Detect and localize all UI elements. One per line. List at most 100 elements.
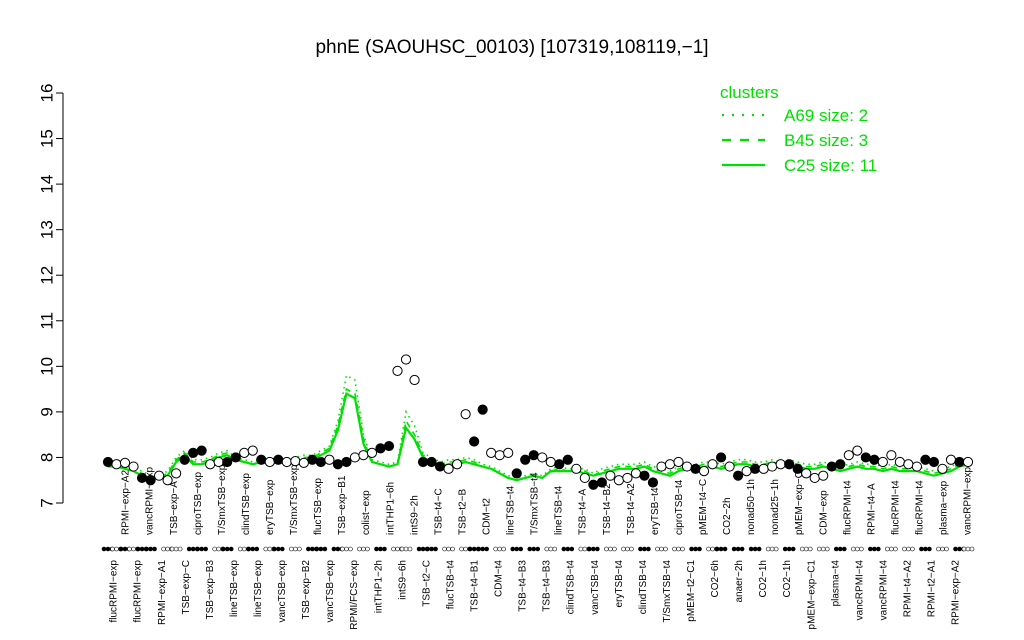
rug-mark bbox=[587, 546, 592, 552]
x-tick-label-lower: lineTSB−exp bbox=[253, 560, 264, 617]
x-tick-label-upper: intS9−2h bbox=[409, 495, 420, 535]
rug-mark bbox=[459, 546, 464, 552]
data-point bbox=[869, 454, 880, 465]
data-point bbox=[877, 456, 888, 468]
rug-mark bbox=[190, 546, 196, 552]
rug-mark bbox=[224, 546, 230, 552]
data-point bbox=[375, 443, 386, 454]
rug-mark bbox=[710, 546, 715, 552]
x-tick-label-lower: anaer−2h bbox=[734, 560, 745, 603]
rug-marks bbox=[101, 546, 975, 552]
rug-mark bbox=[322, 546, 328, 552]
rug-mark bbox=[927, 546, 932, 552]
rug-mark bbox=[565, 546, 571, 552]
rug-mark bbox=[297, 546, 302, 552]
rug-mark bbox=[365, 546, 370, 552]
data-point bbox=[511, 468, 522, 479]
rug-mark bbox=[868, 546, 873, 552]
y-tick-label: 10 bbox=[37, 357, 56, 376]
x-tick-label-lower: RPMI−exp−A2 bbox=[951, 560, 962, 625]
x-tick-label-upper: CO2−2h bbox=[722, 497, 733, 535]
rug-mark bbox=[919, 546, 924, 552]
rug-mark bbox=[216, 546, 221, 552]
rug-mark bbox=[446, 546, 451, 552]
rug-mark bbox=[275, 546, 281, 552]
data-point bbox=[681, 461, 693, 472]
data-point bbox=[179, 454, 190, 465]
rug-mark bbox=[697, 546, 702, 552]
rug-mark bbox=[144, 546, 149, 552]
rug-mark bbox=[625, 546, 630, 552]
x-tick-label-upper: CDM−t2 bbox=[482, 498, 493, 535]
rug-mark bbox=[101, 546, 107, 552]
rug-mark bbox=[510, 546, 516, 552]
rug-mark bbox=[250, 546, 256, 552]
y-tick-label: 15 bbox=[37, 129, 56, 148]
data-point bbox=[647, 477, 659, 488]
data-point bbox=[520, 454, 531, 465]
rug-mark bbox=[807, 546, 813, 552]
rug-mark bbox=[693, 546, 698, 552]
rug-mark bbox=[254, 546, 260, 552]
data-point bbox=[750, 463, 761, 474]
rug-mark bbox=[638, 546, 643, 552]
rug-mark bbox=[161, 546, 166, 552]
rug-mark bbox=[965, 546, 971, 552]
data-point bbox=[758, 463, 769, 474]
x-tick-label-upper: eryTSB−exp bbox=[265, 479, 276, 535]
x-tick-label-lower: clindTSB−t4 bbox=[638, 560, 649, 615]
data-point bbox=[383, 440, 395, 452]
rug-mark bbox=[851, 546, 856, 552]
x-tick-label-upper: eryTSB−t4 bbox=[650, 487, 661, 535]
data-point bbox=[656, 461, 667, 472]
data-point bbox=[230, 452, 241, 463]
x-tick-label-lower: CDM−t4 bbox=[494, 560, 505, 597]
rug-mark bbox=[344, 546, 349, 552]
x-tick-label-lower: intTHP1−2h bbox=[373, 560, 384, 613]
data-point bbox=[290, 455, 301, 467]
rug-mark bbox=[228, 546, 234, 552]
y-axis: 7 8 9 10 11 12 13 14 15 16 bbox=[37, 84, 64, 508]
data-point bbox=[358, 450, 369, 461]
x-tick-label-upper: pMEM−exp−C2 bbox=[794, 465, 805, 535]
rug-mark bbox=[765, 546, 771, 552]
rug-mark bbox=[348, 546, 353, 552]
rug-mark bbox=[604, 546, 609, 552]
x-tick-label-lower: pMEM−t2−C1 bbox=[686, 560, 697, 622]
x-tick-label-upper: lineTSB−t4 bbox=[506, 485, 517, 535]
data-point bbox=[332, 459, 344, 470]
rug-mark bbox=[480, 546, 485, 552]
x-tick-label-lower: TSB−t4−B3 bbox=[542, 560, 553, 612]
rug-mark bbox=[169, 546, 175, 552]
x-tick-label-lower: flucRPMI−exp bbox=[109, 560, 120, 623]
x-tick-label-lower: vancRPMI−t4 bbox=[854, 560, 865, 621]
x-tick-label-lower: TSB−exp−C bbox=[181, 560, 192, 614]
rug-mark bbox=[841, 546, 847, 552]
rug-mark bbox=[552, 546, 558, 552]
x-tick-label-lower: RPMI−t2−A1 bbox=[927, 560, 938, 618]
x-tick-label-upper: T/SmxTSB−exp bbox=[217, 464, 228, 535]
x-tick-label-lower: vancTSB−t4 bbox=[590, 560, 601, 615]
rug-mark bbox=[340, 546, 345, 552]
rug-mark bbox=[722, 546, 728, 552]
x-tick-label-lower: eryTSB−t4 bbox=[614, 560, 625, 608]
rug-mark bbox=[399, 546, 405, 552]
data-point bbox=[537, 452, 548, 463]
rug-mark bbox=[518, 546, 524, 552]
data-point bbox=[392, 365, 403, 376]
data-point bbox=[860, 452, 871, 463]
data-point bbox=[826, 461, 837, 472]
rug-mark bbox=[237, 546, 243, 552]
rug-mark bbox=[923, 546, 928, 552]
gene-expression-chart: phnE (SAOUHSC_00103) [107319,108119,−1] … bbox=[37, 37, 975, 630]
rug-mark bbox=[279, 546, 285, 552]
x-tick-label-lower: RPMI−exp−A1 bbox=[157, 560, 168, 625]
data-point bbox=[366, 447, 378, 458]
rug-mark bbox=[906, 546, 911, 552]
x-tick-label-upper: TSB−t4−A bbox=[578, 489, 589, 535]
rug-mark bbox=[578, 546, 584, 552]
data-point bbox=[707, 459, 718, 470]
x-tick-label-upper: CDM−exp bbox=[818, 490, 829, 535]
data-point bbox=[724, 461, 735, 472]
x-tick-label-lower: vancTSB−exp bbox=[325, 560, 336, 623]
